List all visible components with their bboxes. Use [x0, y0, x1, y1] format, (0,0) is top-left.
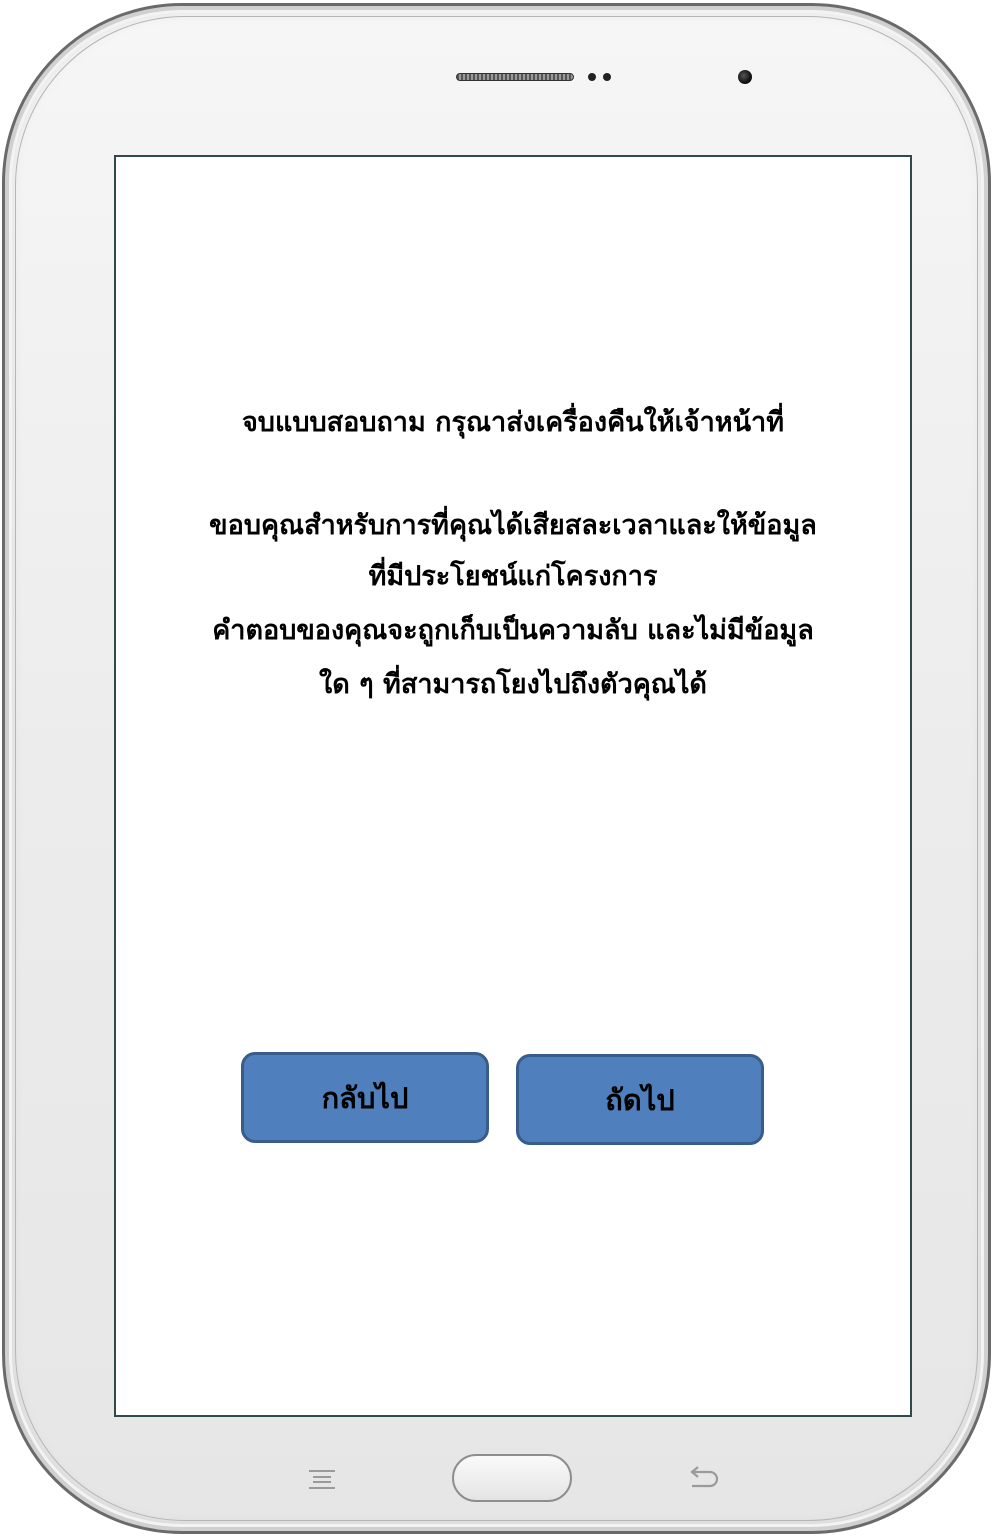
end-survey-message: จบแบบสอบถาม กรุณาส่งเครื่องคืนให้เจ้าหน้…	[241, 407, 785, 438]
thank-you-line-1: ขอบคุณสำหรับการที่คุณได้เสียสละเวลาและให…	[209, 510, 817, 541]
menu-icon[interactable]	[309, 1470, 335, 1489]
earpiece-speaker	[456, 73, 574, 81]
tablet-device-frame: จบแบบสอบถาม กรุณาส่งเครื่องคืนให้เจ้าหน้…	[2, 3, 991, 1534]
confidentiality-line-2: ใด ๆ ที่สามารถโยงไปถึงตัวคุณได้	[319, 669, 707, 700]
home-button[interactable]	[452, 1454, 572, 1502]
next-button[interactable]: ถัดไป	[516, 1054, 764, 1145]
proximity-sensor-dot	[588, 73, 596, 81]
confidentiality-line-1: คำตอบของคุณจะถูกเก็บเป็นความลับ และไม่มี…	[212, 615, 814, 646]
app-screen: จบแบบสอบถาม กรุณาส่งเครื่องคืนให้เจ้าหน้…	[114, 155, 912, 1417]
front-camera-icon	[738, 70, 752, 84]
back-button[interactable]: กลับไป	[241, 1052, 489, 1143]
thank-you-line-2: ที่มีประโยชน์แก่โครงการ	[368, 561, 658, 592]
light-sensor-dot	[603, 73, 611, 81]
back-arrow-icon[interactable]	[686, 1466, 720, 1492]
